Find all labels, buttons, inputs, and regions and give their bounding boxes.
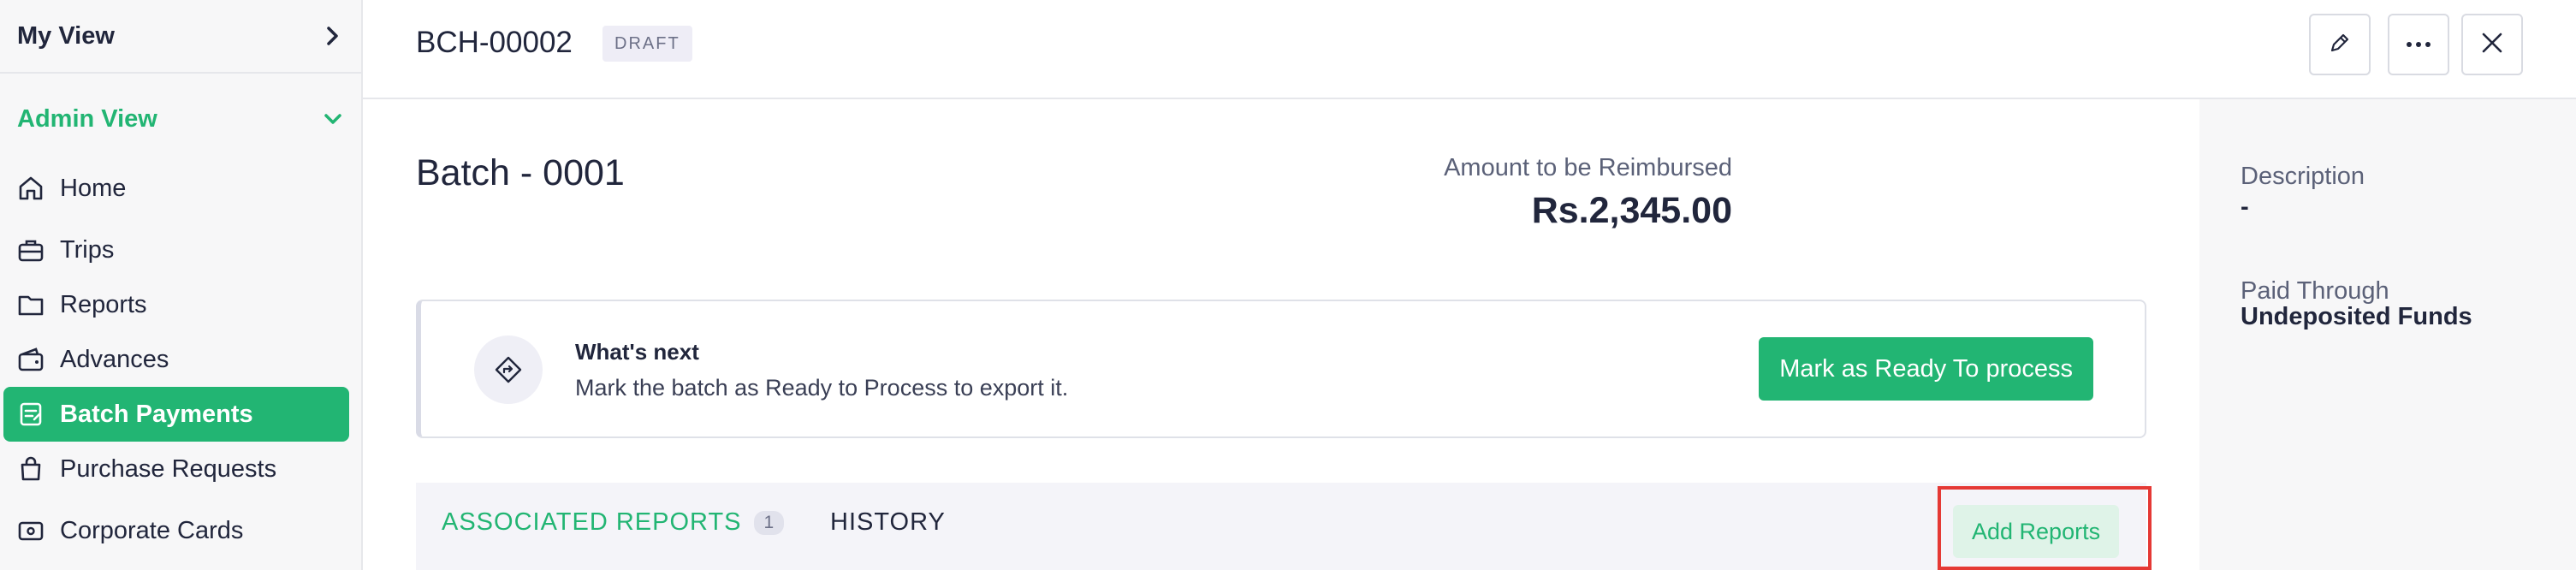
whats-next-title: What's next <box>575 339 699 365</box>
batch-title: Batch - 0001 <box>416 152 625 193</box>
amount-value: Rs.2,345.00 <box>1531 190 1732 231</box>
chevron-right-icon <box>322 25 344 47</box>
tab-history[interactable]: HISTORY <box>830 508 946 537</box>
folder-icon <box>15 289 46 320</box>
sidebar-item-label: Trips <box>60 235 115 264</box>
tabs-bar: ASSOCIATED REPORTS 1 HISTORY Add Reports <box>416 483 2152 570</box>
wallet-icon <box>15 344 46 375</box>
mark-ready-button[interactable]: Mark as Ready To process <box>1759 337 2093 401</box>
direction-icon <box>474 335 543 404</box>
sidebar-item-purchase-requests[interactable]: Purchase Requests <box>3 442 349 496</box>
sidebar-item-advances[interactable]: Advances <box>3 332 349 387</box>
more-options-button[interactable] <box>2388 14 2449 75</box>
chevron-down-icon <box>322 108 344 130</box>
paid-through-label: Paid Through <box>2241 277 2389 305</box>
sidebar: My View Admin View Home Trips Reports Ad… <box>0 0 363 570</box>
description-value: - <box>2241 193 2249 221</box>
tab-label: ASSOCIATED REPORTS <box>442 508 742 536</box>
main-content: Batch - 0001 Amount to be Reimbursed Rs.… <box>363 99 2199 570</box>
briefcase-icon <box>15 235 46 265</box>
sidebar-item-label: Home <box>60 174 127 202</box>
sidebar-item-label: Advances <box>60 345 169 373</box>
sidebar-item-label: Reports <box>60 290 147 318</box>
sidebar-item-label: Batch Payments <box>60 400 253 428</box>
whats-next-description: Mark the batch as Ready to Process to ex… <box>575 375 1069 401</box>
add-reports-button[interactable]: Add Reports <box>1953 505 2120 558</box>
sidebar-item-home[interactable]: Home <box>3 161 349 216</box>
sidebar-item-batch-payments[interactable]: Batch Payments <box>3 387 349 442</box>
sidebar-item-reports[interactable]: Reports <box>3 277 349 332</box>
document-id: BCH-00002 <box>416 26 573 59</box>
edit-icon <box>2328 31 2352 59</box>
tab-associated-reports[interactable]: ASSOCIATED REPORTS 1 <box>442 508 785 537</box>
bag-icon <box>15 454 46 484</box>
edit-button[interactable] <box>2309 14 2371 75</box>
my-view-toggle[interactable]: My View <box>0 0 361 74</box>
details-panel: Description - Paid Through Undeposited F… <box>2199 99 2576 570</box>
add-reports-highlight: Add Reports <box>1938 486 2152 570</box>
amount-label: Amount to be Reimbursed <box>1444 154 1732 181</box>
batch-payment-icon <box>15 399 46 430</box>
status-badge: DRAFT <box>602 26 692 62</box>
more-icon <box>2406 37 2431 52</box>
admin-view-label: Admin View <box>17 104 157 133</box>
my-view-label: My View <box>17 21 115 50</box>
close-icon <box>2480 31 2504 59</box>
admin-view-toggle[interactable]: Admin View <box>0 82 361 156</box>
sidebar-item-trips[interactable]: Trips <box>3 223 349 277</box>
description-label: Description <box>2241 163 2365 190</box>
whats-next-card: What's next Mark the batch as Ready to P… <box>416 300 2146 438</box>
home-icon <box>15 173 46 204</box>
sidebar-item-corporate-cards[interactable]: Corporate Cards <box>3 503 349 558</box>
tab-label: HISTORY <box>830 508 946 536</box>
close-button[interactable] <box>2461 14 2523 75</box>
paid-through-value: Undeposited Funds <box>2241 303 2472 330</box>
page-header: BCH-00002 DRAFT <box>363 0 2576 99</box>
card-icon <box>15 515 46 546</box>
sidebar-item-label: Corporate Cards <box>60 516 244 544</box>
sidebar-item-label: Purchase Requests <box>60 454 277 483</box>
count-badge: 1 <box>753 510 785 535</box>
